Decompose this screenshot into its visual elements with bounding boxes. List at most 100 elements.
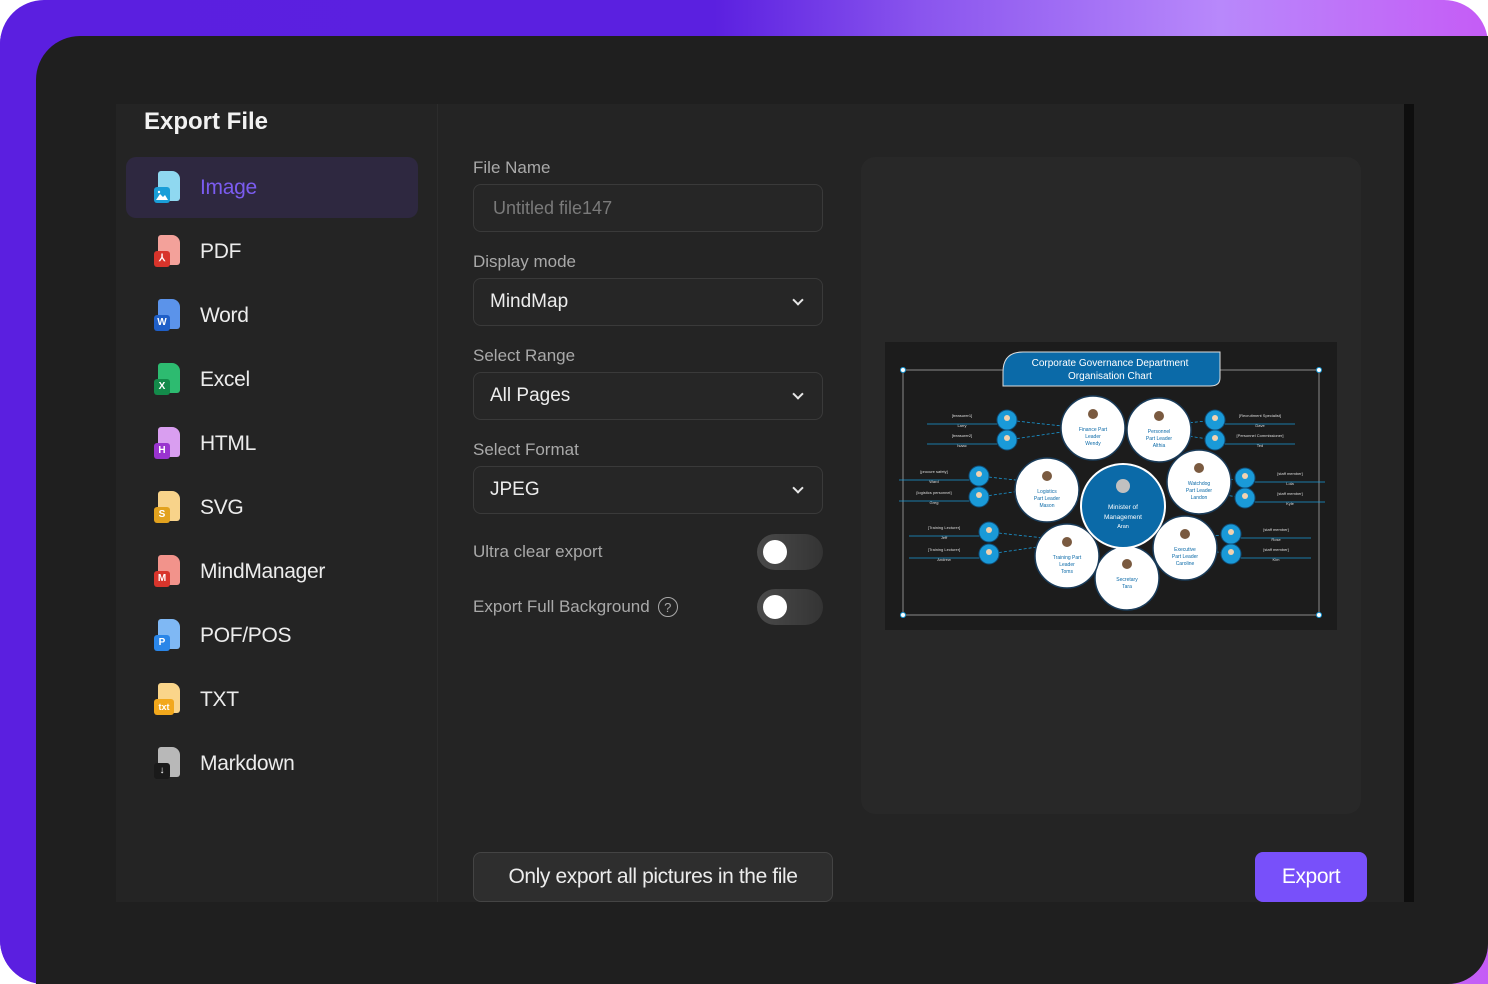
staff-role: [treasurer2] [952, 433, 972, 438]
file-badge: W [154, 314, 170, 331]
full-background-toggle[interactable] [757, 589, 823, 625]
svg-file-icon: S [154, 490, 182, 525]
sidebar-item-label: SVG [200, 495, 244, 519]
staff-role: [Recruitment Specialist] [1239, 413, 1281, 418]
image-file-icon [154, 170, 182, 205]
person-icon [986, 527, 992, 533]
toggle-knob [763, 540, 787, 564]
sidebar-item-mindmanager[interactable]: M MindManager [126, 541, 418, 602]
export-dialog: Export File Image ⅄ PDF W Word X Excel H HTML S SV… [116, 104, 1414, 902]
file-badge: H [154, 442, 170, 459]
leader-line2: Part Leader [1172, 554, 1198, 560]
sidebar-item-word[interactable]: W Word [126, 285, 418, 346]
selection-handle [900, 612, 906, 618]
selection-handle [1316, 367, 1322, 373]
sidebar-item-html[interactable]: H HTML [126, 413, 418, 474]
sidebar-item-label: Word [200, 303, 249, 327]
full-background-label: Export Full Background [473, 597, 650, 616]
chart-title-line2: Organisation Chart [1068, 371, 1152, 382]
leader-line1: Finance Part [1079, 427, 1108, 433]
file-name-input[interactable] [473, 184, 823, 232]
leader-line1: Logistics [1037, 489, 1057, 495]
sidebar-item-label: HTML [200, 431, 256, 455]
org-chart-preview: Corporate Governance Department Organisat… [899, 351, 1325, 618]
file-badge: X [154, 378, 170, 395]
person-icon [1088, 409, 1098, 419]
word-file-icon: W [154, 298, 182, 333]
sidebar-item-pof-pos[interactable]: P POF/POS [126, 605, 418, 666]
staff-role: [staff member] [1263, 547, 1289, 552]
select-range-select[interactable]: All Pages [473, 372, 823, 420]
sidebar-item-svg[interactable]: S SVG [126, 477, 418, 538]
leader-line1: Personnel [1148, 429, 1171, 435]
staff-name: Jeff [941, 535, 948, 540]
person-icon [1116, 479, 1130, 493]
full-background-row: Export Full Background ? [473, 589, 823, 625]
pdf-file-icon: ⅄ [154, 234, 182, 269]
person-icon [1242, 473, 1248, 479]
sidebar-item-image[interactable]: Image [126, 157, 418, 218]
file-badge: S [154, 506, 170, 523]
format-list: Image ⅄ PDF W Word X Excel H HTML S SVG M MindManage… [126, 157, 418, 797]
ultra-clear-toggle[interactable] [757, 534, 823, 570]
leader-line2: Part Leader [1146, 436, 1172, 442]
staff-name: Dave [1255, 423, 1265, 428]
person-icon [1228, 529, 1234, 535]
txt-file-icon: txt [154, 682, 182, 717]
export-button[interactable]: Export [1255, 852, 1367, 902]
display-mode-select[interactable]: MindMap [473, 278, 823, 326]
chevron-down-icon [792, 482, 804, 494]
sidebar-item-txt[interactable]: txt TXT [126, 669, 418, 730]
person-icon [976, 492, 982, 498]
full-background-label-wrap: Export Full Background ? [473, 597, 678, 617]
sidebar-item-markdown[interactable]: ↓ Markdown [126, 733, 418, 794]
staff-name: Ward [929, 479, 938, 484]
person-icon [1242, 493, 1248, 499]
select-format-select[interactable]: JPEG [473, 466, 823, 514]
ultra-clear-label: Ultra clear export [473, 542, 603, 561]
person-icon [1154, 411, 1164, 421]
sidebar-item-pdf[interactable]: ⅄ PDF [126, 221, 418, 282]
sidebar-item-label: Excel [200, 367, 250, 391]
sidebar-item-label: Image [200, 175, 257, 199]
leader-line2: Tara [1122, 584, 1132, 590]
person-icon [986, 549, 992, 555]
leader-line2: Part Leader [1034, 496, 1060, 502]
help-icon[interactable]: ? [657, 597, 678, 617]
person-icon [976, 471, 982, 477]
leader-line2: Part Leader [1186, 488, 1212, 494]
leader-line3: Althia [1153, 443, 1166, 449]
file-badge [154, 186, 170, 203]
format-sidebar: Export File Image ⅄ PDF W Word X Excel H HTML S SV… [116, 104, 438, 902]
staff-role: [Personnel Commissioner] [1237, 433, 1284, 438]
preview-panel: Corporate Governance Department Organisat… [861, 157, 1361, 814]
person-icon [1004, 415, 1010, 421]
export-pictures-only-button[interactable]: Only export all pictures in the file [473, 852, 833, 902]
leader-line1: Secretary [1116, 577, 1138, 583]
person-icon [1180, 529, 1190, 539]
sidebar-item-excel[interactable]: X Excel [126, 349, 418, 410]
chevron-down-icon [792, 294, 804, 306]
mindmanager-file-icon: M [154, 554, 182, 589]
sidebar-item-label: MindManager [200, 559, 326, 583]
select-format-label: Select Format [473, 440, 579, 459]
person-icon [1042, 471, 1052, 481]
file-badge: ↓ [154, 762, 170, 779]
leader-line3: Wendy [1085, 441, 1101, 447]
selection-handle [900, 367, 906, 373]
toggle-knob [763, 595, 787, 619]
person-icon [1062, 537, 1072, 547]
staff-name: Rose [1271, 537, 1281, 542]
staff-name: Andrew [937, 557, 951, 562]
sidebar-item-label: Markdown [200, 751, 295, 775]
preview-image: Corporate Governance Department Organisat… [885, 342, 1337, 630]
staff-role: [logistics personnel] [916, 490, 951, 495]
staff-role: [Training Lecturer] [928, 525, 960, 530]
staff-name: Larry [957, 423, 966, 428]
ultra-clear-row: Ultra clear export [473, 534, 823, 570]
leader-line3: Caroline [1176, 561, 1195, 567]
markdown-file-icon: ↓ [154, 746, 182, 781]
staff-name: Isaac [957, 443, 967, 448]
frame-edge [0, 36, 36, 984]
staff-name: Kim [1273, 557, 1281, 562]
